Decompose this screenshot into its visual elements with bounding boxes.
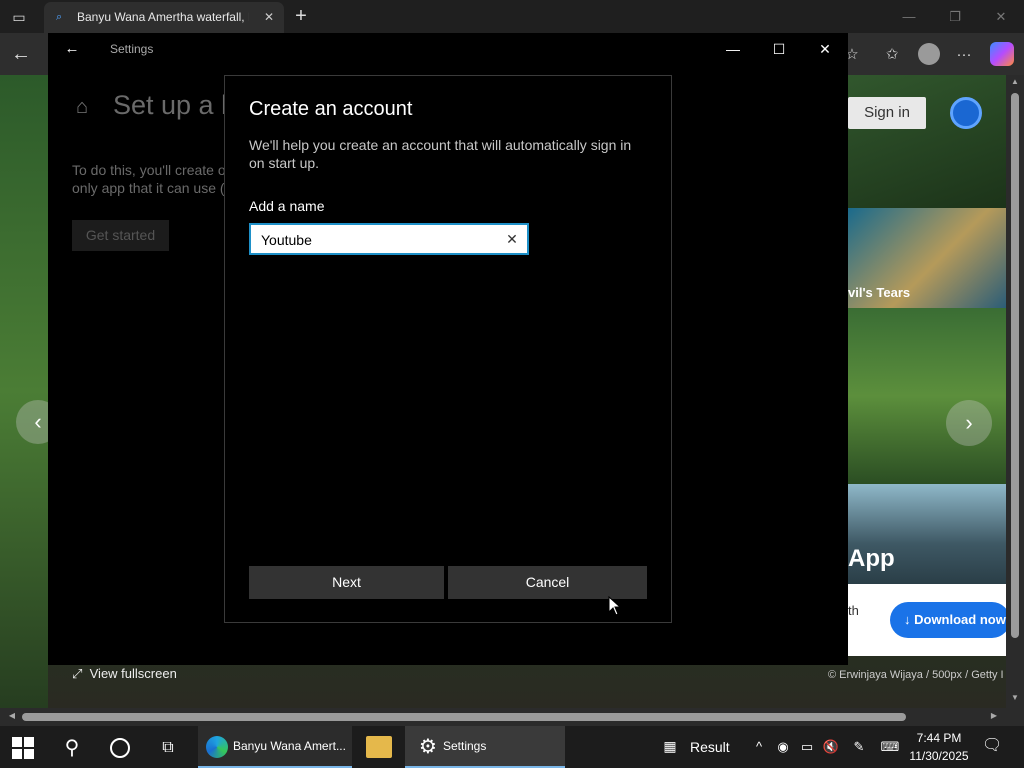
settings-window-title: Settings [110, 42, 154, 56]
settings-minimize-icon[interactable]: — [721, 38, 745, 60]
name-input[interactable] [261, 231, 491, 249]
copilot-icon[interactable] [990, 42, 1014, 66]
clock-time[interactable]: 7:44 PM [916, 731, 962, 746]
page-description-line2: only app that it can use ( [72, 180, 225, 196]
dialog-description: We'll help you create an account that wi… [249, 137, 632, 171]
sign-in-button[interactable]: Sign in [848, 97, 926, 129]
cortana-icon[interactable] [110, 738, 130, 758]
view-fullscreen-label: View fullscreen [89, 666, 177, 681]
back-icon[interactable]: ← [8, 41, 34, 67]
get-started-button[interactable]: Get started [72, 220, 169, 251]
settings-close-icon[interactable]: ✕ [813, 38, 837, 60]
start-button[interactable] [12, 737, 34, 759]
scroll-up-icon[interactable]: ▲ [1009, 77, 1021, 89]
view-fullscreen-link[interactable]: ⤢ View fullscreen [72, 666, 212, 686]
taskbar-result-label[interactable]: Result [690, 739, 740, 755]
horizontal-scroll-thumb[interactable] [22, 713, 906, 721]
more-icon[interactable]: ··· [952, 43, 976, 67]
browser-close-icon[interactable]: ✕ [988, 6, 1014, 28]
task-view-icon[interactable]: ⧉ [156, 736, 180, 760]
search-favicon-icon: ⌕ [56, 11, 63, 23]
show-hidden-icons-icon[interactable]: ^ [750, 738, 768, 756]
edge-icon [206, 736, 228, 758]
photo-credit: © Erwinjaya Wijaya / 500px / Getty I [828, 669, 1004, 681]
vertical-scrollbar[interactable]: ▲ ▼ [1006, 75, 1024, 708]
create-account-dialog: Create an account We'll help you create … [224, 75, 672, 623]
promo-title: App [848, 545, 895, 572]
dialog-title: Create an account [249, 98, 413, 120]
next-button[interactable]: Next [249, 566, 444, 599]
new-tab-button[interactable]: + [290, 5, 312, 27]
keyboard-icon[interactable]: ⌨ [878, 738, 902, 756]
browser-minimize-icon[interactable]: — [896, 6, 922, 28]
meet-now-icon[interactable]: ◉ [774, 738, 792, 756]
name-field-label: Add a name [249, 198, 325, 214]
close-tab-icon[interactable]: ✕ [260, 8, 278, 26]
background-image [0, 75, 48, 708]
settings-back-icon[interactable]: ← [62, 39, 82, 59]
carousel-image-forest[interactable] [848, 308, 1006, 484]
scroll-right-icon[interactable]: ▶ [988, 711, 1000, 723]
vertical-scroll-thumb[interactable] [1011, 93, 1019, 638]
scroll-left-icon[interactable]: ◀ [6, 711, 18, 723]
profile-avatar[interactable] [918, 43, 940, 65]
home-icon[interactable]: ⌂ [70, 95, 94, 119]
scroll-down-icon[interactable]: ▼ [1009, 693, 1021, 705]
screen: ▭ ⌕ Banyu Wana Amertha waterfall, B ✕ + … [0, 0, 1024, 768]
network-icon[interactable]: ▭ [798, 738, 816, 756]
gear-icon: ⚙ [419, 736, 437, 758]
mouse-cursor-icon [608, 596, 622, 616]
promo-panel: th ↓ Download now [848, 584, 1006, 656]
cancel-button[interactable]: Cancel [448, 566, 647, 599]
taskbar-settings-button[interactable]: ⚙ Settings [405, 726, 565, 768]
file-explorer-icon[interactable] [366, 736, 392, 758]
favorites-icon[interactable]: ✩ [880, 43, 904, 67]
search-icon[interactable]: ⚲ [58, 734, 86, 762]
browser-tab-bar: ▭ ⌕ Banyu Wana Amertha waterfall, B ✕ + … [0, 0, 1024, 33]
notification-center-icon[interactable]: 🗨 [982, 736, 1002, 756]
page-right-column: Sign in vil's Tears App th ↓ Download no… [848, 75, 1006, 708]
taskbar: ⚲ ⧉ Banyu Wana Amert... ⚙ Settings ▦ Res… [0, 726, 1024, 768]
name-field[interactable]: ✕ [249, 223, 529, 255]
page-description-line1: To do this, you'll create o [72, 162, 226, 178]
scrollbar-corner [1006, 708, 1024, 726]
result-app-icon[interactable]: ▦ [660, 738, 680, 756]
horizontal-scrollbar[interactable]: ◀ ▶ [0, 708, 1006, 726]
tab-actions-icon[interactable]: ▭ [8, 6, 30, 28]
clear-input-icon[interactable]: ✕ [503, 230, 521, 248]
carousel-next-button[interactable]: › [946, 400, 992, 446]
clock-date[interactable]: 11/30/2025 [908, 749, 970, 764]
browser-tab[interactable]: ⌕ Banyu Wana Amertha waterfall, B ✕ [44, 2, 284, 33]
promo-text: th [848, 603, 859, 618]
taskbar-edge-button[interactable]: Banyu Wana Amert... [198, 726, 352, 768]
browser-restore-icon[interactable]: ❐ [942, 6, 968, 28]
taskbar-settings-label: Settings [443, 739, 487, 753]
settings-maximize-icon[interactable]: ☐ [767, 38, 791, 60]
header-image [848, 75, 1006, 208]
carousel-caption: vil's Tears [848, 285, 911, 300]
pen-icon[interactable]: ✎ [850, 738, 868, 756]
taskbar-edge-label: Banyu Wana Amert... [233, 739, 346, 753]
tab-title: Banyu Wana Amertha waterfall, B [77, 10, 249, 24]
volume-muted-icon[interactable]: 🔇 [822, 738, 840, 756]
page-description: To do this, you'll create o only app tha… [72, 161, 232, 201]
download-now-button[interactable]: ↓ Download now [890, 602, 1006, 638]
site-logo-icon[interactable] [950, 97, 982, 129]
